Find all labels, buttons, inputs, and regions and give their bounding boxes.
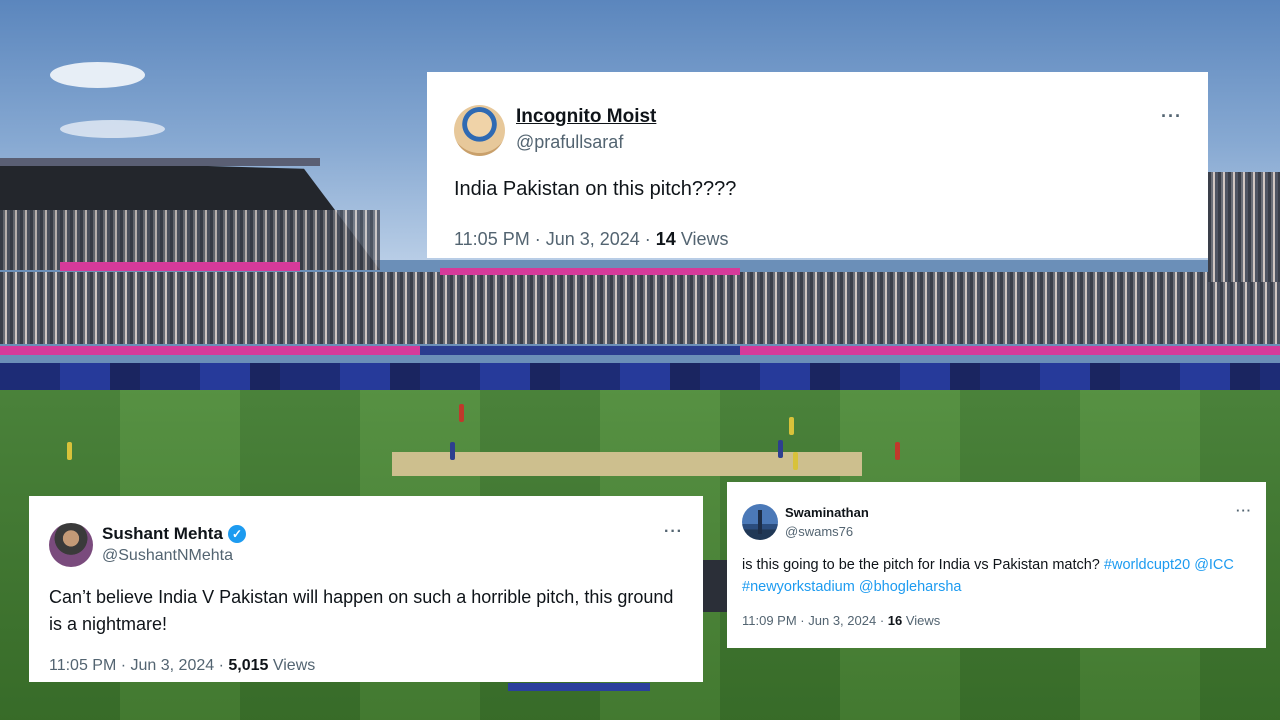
tweet-date[interactable]: Jun 3, 2024 bbox=[546, 229, 640, 249]
author-name[interactable]: Incognito Moist bbox=[516, 106, 656, 128]
player bbox=[450, 442, 455, 460]
tweet-time[interactable]: 11:05 PM bbox=[49, 657, 116, 674]
more-options-icon[interactable]: ··· bbox=[1236, 503, 1252, 518]
views-count: 5,015 bbox=[228, 657, 269, 674]
tweet-text-plain: is this going to be the pitch for India … bbox=[742, 557, 1100, 573]
views-count: 16 bbox=[887, 613, 903, 628]
tweet-card-swaminathan: Swaminathan @swams76 ··· is this going t… bbox=[727, 482, 1266, 648]
author-handle[interactable]: @swams76 bbox=[785, 524, 853, 539]
author-name[interactable]: Swaminathan bbox=[785, 505, 869, 520]
separator: · bbox=[876, 613, 888, 628]
skyline-avatar-icon[interactable] bbox=[742, 504, 778, 540]
cloud bbox=[60, 120, 165, 138]
player bbox=[67, 442, 72, 460]
player bbox=[793, 452, 798, 470]
tweet-meta: 11:09 PM · Jun 3, 2024 · 16 Views bbox=[742, 613, 940, 628]
tweet-text: Can’t believe India V Pakistan will happ… bbox=[49, 587, 674, 634]
author-handle[interactable]: @prafullsaraf bbox=[516, 132, 623, 153]
author-handle[interactable]: @SushantNMehta bbox=[102, 547, 233, 565]
hashtag-link[interactable]: #worldcupt20 bbox=[1104, 557, 1190, 573]
tweet-time[interactable]: 11:05 PM bbox=[454, 229, 530, 249]
separator: · bbox=[529, 229, 546, 249]
views-label: Views bbox=[905, 613, 941, 628]
hashtag-link[interactable]: #newyorkstadium bbox=[742, 579, 855, 595]
crowd-right bbox=[1208, 172, 1280, 282]
separator: · bbox=[796, 613, 809, 628]
separator: · bbox=[214, 657, 229, 674]
tower-shape bbox=[758, 510, 762, 534]
more-options-icon[interactable]: ··· bbox=[664, 523, 683, 541]
tweet-card-incognito-moist: Incognito Moist @prafullsaraf ··· India … bbox=[427, 72, 1208, 258]
separator: · bbox=[639, 229, 656, 249]
cricket-pitch bbox=[392, 452, 862, 476]
tweet-card-sushant-mehta: Sushant Mehta ✓ @SushantNMehta ··· Can’t… bbox=[29, 496, 703, 682]
views-count: 14 bbox=[655, 229, 676, 249]
banner bbox=[740, 346, 1280, 355]
tweet-date[interactable]: Jun 3, 2024 bbox=[131, 657, 215, 674]
person-photo-avatar-icon[interactable] bbox=[49, 523, 93, 567]
separator: · bbox=[116, 657, 131, 674]
tweet-meta: 11:05 PM · Jun 3, 2024 · 5,015 Views bbox=[49, 657, 315, 675]
cartoon-face-avatar-icon[interactable] bbox=[454, 105, 505, 156]
banner bbox=[420, 346, 740, 355]
mention-link[interactable]: @bhogleharsha bbox=[859, 579, 962, 595]
mention-link[interactable]: @ICC bbox=[1194, 557, 1234, 573]
views-label: Views bbox=[272, 657, 316, 674]
player bbox=[459, 404, 464, 422]
boundary-sign bbox=[703, 560, 727, 612]
boundary-sign bbox=[508, 683, 650, 691]
tweet-meta: 11:05 PM · Jun 3, 2024 · 14 Views bbox=[454, 229, 729, 250]
cloud bbox=[50, 62, 145, 88]
author-name[interactable]: Sushant Mehta bbox=[102, 524, 223, 544]
more-options-icon[interactable]: ··· bbox=[1161, 106, 1182, 127]
views-label: Views bbox=[680, 229, 729, 249]
tweet-text: is this going to be the pitch for India … bbox=[742, 554, 1257, 598]
banner bbox=[440, 268, 740, 275]
tweet-date[interactable]: Jun 3, 2024 bbox=[808, 613, 876, 628]
crowd-left bbox=[0, 210, 380, 270]
player bbox=[895, 442, 900, 460]
advertising-boards bbox=[0, 363, 1280, 393]
banner bbox=[0, 158, 320, 166]
crowd-lower bbox=[0, 272, 1280, 344]
tweet-text: India Pakistan on this pitch???? bbox=[454, 178, 737, 200]
player bbox=[789, 417, 794, 435]
player bbox=[778, 440, 783, 458]
banner bbox=[60, 262, 300, 271]
verified-badge-icon: ✓ bbox=[228, 525, 246, 543]
banner bbox=[0, 346, 420, 355]
tweet-time[interactable]: 11:09 PM bbox=[742, 613, 797, 628]
